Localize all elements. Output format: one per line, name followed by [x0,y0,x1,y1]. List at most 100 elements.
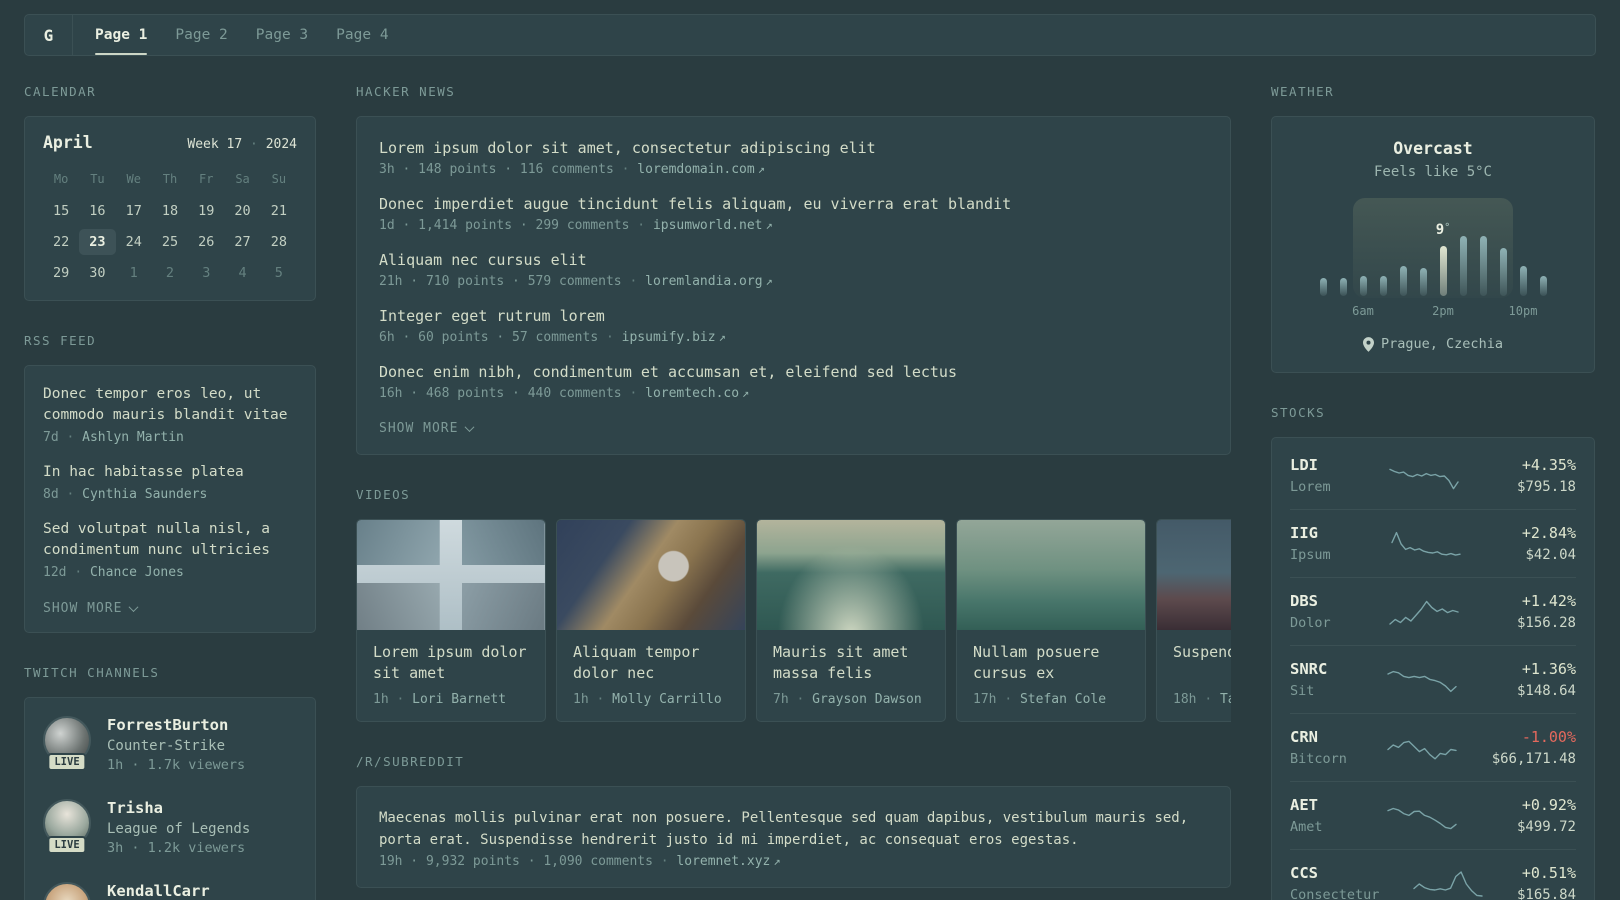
video-thumbnail[interactable] [1157,520,1231,630]
hn-item-domain[interactable]: loremdomain.com [637,162,754,177]
weather-location: Prague, Czechia [1292,336,1574,352]
twitch-game: Counter-Strike [107,738,226,754]
stock-price: $42.04 [1525,547,1577,563]
hn-item-stats: 21h · 710 points · 579 comments [379,274,622,289]
stock-sparkline [1386,799,1458,833]
tab-page-1[interactable]: Page 1 [95,15,148,55]
stock-symbol[interactable]: IIG [1290,524,1390,542]
video-thumbnail[interactable] [757,520,945,630]
rss-item-author: Cynthia Saunders [82,487,208,502]
twitch-channel-name[interactable]: Trisha [107,799,250,817]
rss-section-title: RSS FEED [24,333,97,348]
stock-change-negative: -1.00% [1521,728,1576,746]
rss-item-age: 8d [43,487,59,502]
calendar-day: 18 [161,203,179,219]
calendar-day: 16 [89,203,106,219]
calendar-day: 25 [161,234,179,250]
weather-bar-slot [1513,212,1533,296]
reddit-post-domain[interactable]: loremnet.xyz [676,854,770,869]
separator-dot: · [396,692,405,707]
video-author: Stefan Cole [1019,692,1107,707]
tab-page-3[interactable]: Page 3 [256,15,308,55]
separator-dot: · [250,137,258,152]
rss-item-title[interactable]: Sed volutpat nulla nisl, a condimentum n… [43,519,297,561]
separator-dot: · [621,162,630,177]
stock-symbol[interactable]: SNRC [1290,660,1386,678]
video-thumbnail[interactable] [557,520,745,630]
video-author: Molly Carrillo [612,692,722,707]
hn-item-meta: 16h · 468 points · 440 comments · loremt… [379,386,1208,401]
hn-item-domain[interactable]: loremlandia.org [645,274,762,289]
twitch-channel-name[interactable]: ForrestBurton [107,716,245,734]
hn-item-meta: 21h · 710 points · 579 comments · loreml… [379,274,1208,289]
weather-bar [1319,278,1327,296]
hn-show-more-button[interactable]: SHOW MORE [379,421,475,436]
stock-symbol[interactable]: CRN [1290,728,1386,746]
calendar-day-next-month: 1 [129,265,138,281]
video-meta: 1h · Molly Carrillo [573,692,729,707]
hn-item-domain[interactable]: loremtech.co [645,386,739,401]
separator-dot: · [66,487,75,502]
hn-item-meta: 1d · 1,414 points · 299 comments · ipsum… [379,218,1208,233]
hn-item-title[interactable]: Donec enim nibh, condimentum et accumsan… [379,361,1208,383]
stock-row: LDI Lorem +4.35% $795.18 [1290,442,1576,509]
stock-sparkline [1412,867,1484,900]
stock-symbol[interactable]: CCS [1290,864,1412,882]
rss-item-title[interactable]: In hac habitasse platea [43,462,297,483]
hn-item-stats: 3h · 148 points · 116 comments [379,162,614,177]
hn-item-title[interactable]: Lorem ipsum dolor sit amet, consectetur … [379,137,1208,159]
page-tabs: Page 1 Page 2 Page 3 Page 4 [73,15,389,55]
hn-item-stats: 16h · 468 points · 440 comments [379,386,622,401]
stock-symbol[interactable]: AET [1290,796,1386,814]
rss-item-meta: 12d · Chance Jones [43,565,297,580]
stocks-section-title: STOCKS [1271,405,1326,420]
calendar-section-title: CALENDAR [24,84,97,99]
location-pin-icon [1363,336,1375,352]
tab-page-4[interactable]: Page 4 [336,15,388,55]
stock-row: SNRC Sit +1.36% $148.64 [1290,645,1576,713]
separator-dot: · [596,692,605,707]
stock-price: $66,171.48 [1491,751,1576,767]
video-title[interactable]: Mauris sit amet massa felis [773,642,929,684]
rss-show-more-button[interactable]: SHOW MORE [43,601,139,616]
avatar[interactable] [43,882,91,900]
video-title[interactable]: Suspendisse diam [1173,642,1231,684]
calendar-day-next-month: 4 [238,265,247,281]
hn-item-domain[interactable]: ipsumify.biz [622,330,716,345]
app-logo[interactable]: G [25,15,73,55]
weather-bar [1419,268,1427,296]
weather-bar-slot [1453,212,1473,296]
reddit-post-title[interactable]: Maecenas mollis pulvinar erat non posuer… [379,807,1208,851]
weather-bar-slot [1533,212,1553,296]
video-title[interactable]: Aliquam tempor dolor nec pharetra… [573,642,729,684]
separator-dot: · [1204,692,1213,707]
hn-item-title[interactable]: Integer eget rutrum lorem [379,305,1208,327]
separator-dot: · [74,565,83,580]
weather-bar [1339,278,1347,296]
hn-item-domain[interactable]: ipsumworld.net [653,218,763,233]
video-meta: 18h · Tara [1173,692,1231,707]
weekday-label: Mo [53,172,69,186]
stock-symbol[interactable]: DBS [1290,592,1388,610]
stock-name: Sit [1290,683,1315,699]
video-title[interactable]: Nullam posuere cursus ex [973,642,1129,684]
stock-name: Amet [1290,819,1323,835]
calendar-day: 29 [53,265,70,281]
video-title[interactable]: Lorem ipsum dolor sit amet consectetu… [373,642,529,684]
twitch-channel-name[interactable]: KendallCarr [107,882,210,900]
hn-item-meta: 6h · 60 points · 57 comments · ipsumify.… [379,330,1208,345]
calendar-day-next-month: 5 [274,265,283,281]
stock-row: DBS Dolor +1.42% $156.28 [1290,577,1576,645]
reddit-post-meta: 19h · 9,932 points · 1,090 comments · lo… [379,854,1208,869]
stock-row: CRN Bitcorn -1.00% $66,171.48 [1290,713,1576,781]
stock-symbol[interactable]: LDI [1290,456,1388,474]
hn-item-title[interactable]: Donec imperdiet augue tincidunt felis al… [379,193,1208,215]
tab-page-2[interactable]: Page 2 [175,15,227,55]
hn-item-title[interactable]: Aliquam nec cursus elit [379,249,1208,271]
video-author: Tara [1219,692,1231,707]
video-thumbnail[interactable] [957,520,1145,630]
week-label: Week [187,137,219,152]
rss-item-title[interactable]: Donec tempor eros leo, ut commodo mauris… [43,384,297,426]
video-thumbnail[interactable] [357,520,545,630]
stock-row: IIG Ipsum +2.84% $42.04 [1290,509,1576,577]
